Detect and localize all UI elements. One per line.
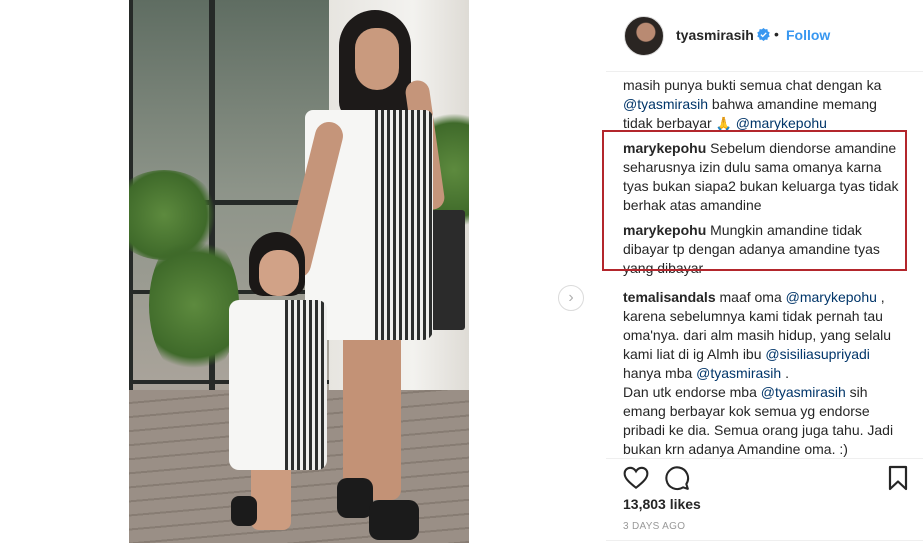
comment-text: hanya mba — [623, 365, 697, 381]
mention-link[interactable]: @marykepohu — [786, 289, 877, 305]
woman-shoe — [337, 478, 373, 518]
post-photo[interactable] — [129, 0, 469, 543]
girl-face — [259, 250, 299, 296]
mention-link[interactable]: @tyasmirasih — [761, 384, 846, 400]
header-username[interactable]: tyasmirasih — [676, 27, 754, 43]
girl-legs — [251, 460, 291, 530]
heart-icon[interactable] — [623, 465, 649, 491]
likes-count[interactable]: 13,803 likes — [623, 496, 701, 512]
divider — [606, 540, 923, 541]
bookmark-icon[interactable] — [888, 465, 908, 491]
comment-icon[interactable] — [664, 465, 690, 491]
highlight-box — [602, 130, 907, 271]
mention-link[interactable]: @tyasmirasih — [623, 96, 708, 112]
follow-button[interactable]: Follow — [786, 27, 830, 43]
comment: masih punya bukti semua chat dengan ka @… — [623, 76, 908, 133]
comment-text: Dan utk endorse mba — [623, 384, 761, 400]
post-header: tyasmirasih • Follow — [606, 0, 923, 72]
woman-face — [355, 28, 399, 90]
post-sidebar: tyasmirasih • Follow masih punya bukti s… — [606, 0, 923, 543]
comment-text: masih punya bukti semua chat dengan ka — [623, 77, 882, 93]
verified-badge-icon — [757, 28, 770, 41]
mention-link[interactable]: @tyasmirasih — [696, 365, 781, 381]
plant-pot — [431, 210, 465, 330]
woman-shoe — [369, 500, 419, 540]
mention-link[interactable]: @sisiliasupriyadi — [765, 346, 869, 362]
chevron-right-icon: › — [568, 289, 574, 306]
comment-text: maaf oma — [715, 289, 786, 305]
woman-dress-striped — [375, 110, 433, 340]
praying-hands-icon: 🙏 — [715, 116, 732, 131]
plant — [149, 230, 239, 380]
girl-dress-striped — [285, 300, 327, 470]
mention-link[interactable]: @marykepohu — [736, 115, 827, 131]
next-post-button[interactable]: › — [558, 285, 584, 311]
avatar[interactable] — [624, 16, 664, 56]
comment: temalisandals maaf oma @marykepohu , kar… — [623, 288, 908, 459]
comment-username[interactable]: temalisandals — [623, 289, 716, 305]
woman-legs — [343, 330, 401, 500]
girl-dress-white — [229, 300, 285, 470]
post-timestamp[interactable]: 3 DAYS AGO — [623, 521, 685, 532]
action-bar — [606, 458, 923, 498]
separator-dot: • — [774, 26, 779, 42]
comment-text: . — [781, 365, 789, 381]
girl-shoe — [231, 496, 257, 526]
